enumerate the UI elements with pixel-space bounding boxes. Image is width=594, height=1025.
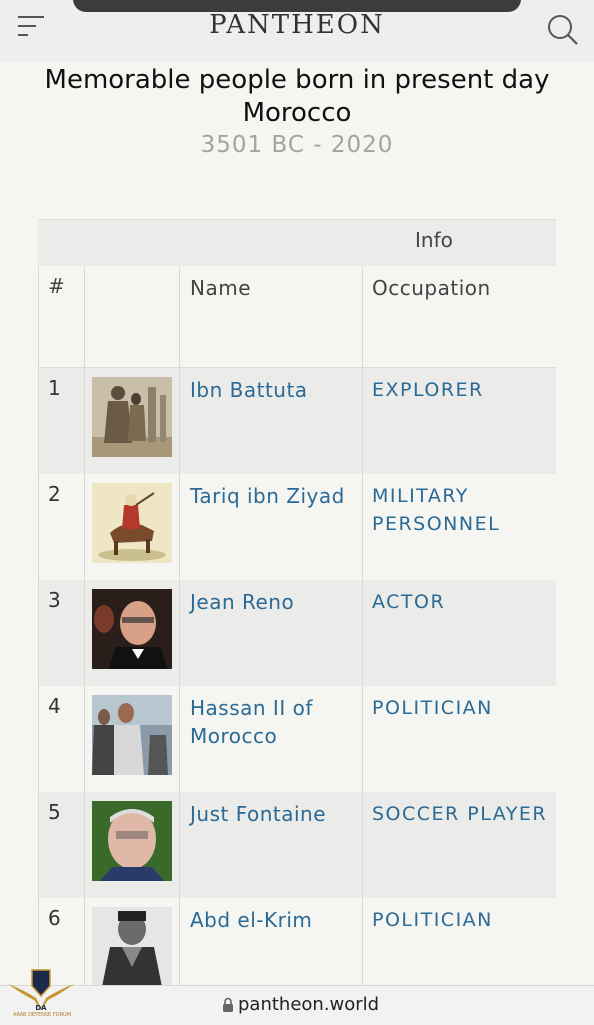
person-photo[interactable]	[92, 695, 172, 775]
column-divider	[179, 266, 180, 986]
url-text[interactable]: pantheon.world	[238, 994, 379, 1015]
person-name-link[interactable]: Ibn Battuta	[190, 376, 360, 404]
rank-cell: 5	[48, 800, 61, 824]
pantheon-logo[interactable]: PANTHEON	[0, 10, 594, 40]
occupation-link[interactable]: EXPLORER	[372, 376, 556, 404]
table-row: 6 Abd el-Krim POLITICIAN	[38, 898, 556, 987]
table-group-header: Info	[38, 219, 556, 267]
occupation-column-header[interactable]: Occupation	[372, 274, 556, 302]
watermark-short: DA	[35, 1004, 47, 1012]
person-photo[interactable]	[92, 801, 172, 881]
forum-watermark-text: ARAB DEFENSE FORUM	[12, 1012, 72, 1018]
table-row: 1 Ibn Battuta EXPLORER	[38, 368, 556, 475]
occupation-link[interactable]: MILITARY PERSONNEL	[372, 482, 556, 538]
person-photo[interactable]	[92, 377, 172, 457]
person-name-link[interactable]: Tariq ibn Ziyad	[190, 482, 360, 510]
rank-cell: 4	[48, 694, 61, 718]
table-row: 2 Tariq ibn Ziyad MILITARY PERSONNEL	[38, 474, 556, 581]
column-divider	[38, 266, 39, 986]
search-icon[interactable]	[546, 13, 580, 47]
page-title: Memorable people born in present day Mor…	[44, 65, 550, 128]
rank-cell: 1	[48, 376, 61, 400]
rank-cell: 6	[48, 906, 61, 930]
info-group-label: Info	[415, 228, 453, 252]
person-photo[interactable]	[92, 907, 172, 987]
column-divider	[362, 266, 363, 986]
person-name-link[interactable]: Abd el-Krim	[190, 906, 360, 934]
table-row: 3 Jean Reno ACTOR	[38, 580, 556, 687]
occupation-link[interactable]: POLITICIAN	[372, 694, 556, 722]
occupation-link[interactable]: SOCCER PLAYER	[372, 800, 556, 828]
rank-column-header[interactable]: #	[48, 274, 65, 298]
name-column-header[interactable]: Name	[190, 274, 360, 302]
lock-icon	[222, 997, 234, 1013]
browser-address-bar[interactable]: pantheon.world	[0, 985, 594, 1025]
occupation-link[interactable]: POLITICIAN	[372, 906, 556, 934]
person-name-link[interactable]: Just Fontaine	[190, 800, 360, 828]
person-name-link[interactable]: Jean Reno	[190, 588, 360, 616]
date-range: 3501 BC - 2020	[200, 132, 394, 158]
table-header-row: # Name Occupation	[38, 266, 556, 368]
rank-cell: 2	[48, 482, 61, 506]
top-navigation-bar: PANTHEON	[0, 0, 594, 62]
table-row: 4 Hassan II of Morocco POLITICIAN	[38, 686, 556, 793]
column-divider	[84, 266, 85, 986]
person-photo[interactable]	[92, 589, 172, 669]
rank-cell: 3	[48, 588, 61, 612]
person-name-link[interactable]: Hassan II of Morocco	[190, 694, 360, 750]
person-photo[interactable]	[92, 483, 172, 563]
occupation-link[interactable]: ACTOR	[372, 588, 556, 616]
table-row: 5 Just Fontaine SOCCER PLAYER	[38, 792, 556, 899]
